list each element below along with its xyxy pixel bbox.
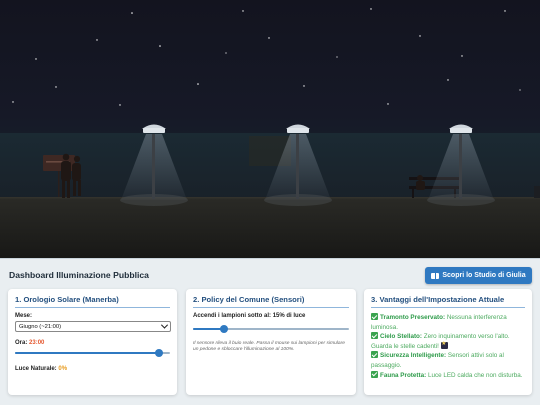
hour-row: Ora: 23:00 (15, 340, 170, 346)
month-select[interactable]: Giugno (~21:00) (15, 321, 171, 332)
hour-slider-fill (15, 352, 160, 354)
threshold-slider[interactable] (193, 325, 349, 333)
check-icon (371, 370, 378, 378)
solar-clock-card: 1. Orologio Solare (Manerba) Mese: Giugn… (8, 289, 177, 395)
study-button[interactable]: Scopri lo Studio di Giulia (425, 267, 532, 284)
month-select-value: Giugno (~21:00) (19, 323, 62, 330)
advantage-title: Sicurezza Intelligente: (380, 352, 447, 360)
advantage-title: Tramonto Preservato: (380, 314, 446, 321)
natural-light-row: Luce Naturale: 0% (15, 366, 170, 372)
hour-slider[interactable] (15, 349, 170, 357)
threshold-label: Accendi i lampioni sotto al: (193, 313, 272, 319)
month-label: Mese: (15, 313, 33, 319)
check-icon (371, 332, 378, 340)
sensor-note: Il sensore rileva il buio reale. Passa i… (193, 341, 345, 353)
threshold-row: Accendi i lampioni sotto al: 15% di luce (193, 313, 349, 319)
dashboard-panel: Dashboard Illuminazione Pubblica Scopri … (0, 258, 540, 405)
dashboard-title: Dashboard Illuminazione Pubblica (9, 270, 149, 280)
solar-clock-title: 1. Orologio Solare (Manerba) (15, 295, 170, 308)
advantage-item: Cielo Stellato: Zero inquinamento verso … (371, 332, 525, 351)
check-icon (371, 313, 378, 320)
shooting-star-icon (440, 340, 448, 349)
threshold-slider-thumb[interactable] (220, 325, 229, 333)
natural-light-label: Luce Naturale: (15, 366, 57, 372)
advantage-item: Sicurezza Intelligente: Sensori attivi s… (371, 351, 525, 370)
advantages-card: 3. Vantaggi dell'Impostazione Attuale Tr… (364, 289, 532, 395)
threshold-value: 15% di luce (272, 313, 306, 319)
stars (12, 8, 521, 106)
policy-title: 2. Policy del Comune (Sensori) (193, 295, 349, 308)
hour-value: 23:00 (29, 340, 45, 346)
advantage-title: Cielo Stellato: (380, 333, 422, 341)
advantage-item: Fauna Protetta: Luce LED calda che non d… (371, 370, 525, 381)
check-icon (371, 351, 378, 359)
hour-label: Ora: (15, 340, 28, 346)
advantage-item: Tramonto Preservato: Nessuna interferenz… (371, 313, 525, 332)
chevron-down-icon (160, 321, 169, 329)
policy-card: 2. Policy del Comune (Sensori) Accendi i… (186, 289, 356, 395)
night-scene (0, 0, 540, 258)
advantages-title: 3. Vantaggi dell'Impostazione Attuale (371, 295, 525, 308)
advantage-text: Luce LED calda che non disturba. (427, 371, 523, 379)
study-button-label: Scopri lo Studio di Giulia (442, 272, 526, 279)
book-icon (431, 272, 440, 279)
advantages-list: Tramonto Preservato: Nessuna interferenz… (371, 313, 525, 380)
natural-light-value: 0% (58, 366, 68, 372)
hour-slider-thumb[interactable] (155, 349, 164, 357)
scene-illustration (0, 8, 540, 258)
advantage-title: Fauna Protetta: (380, 371, 427, 379)
